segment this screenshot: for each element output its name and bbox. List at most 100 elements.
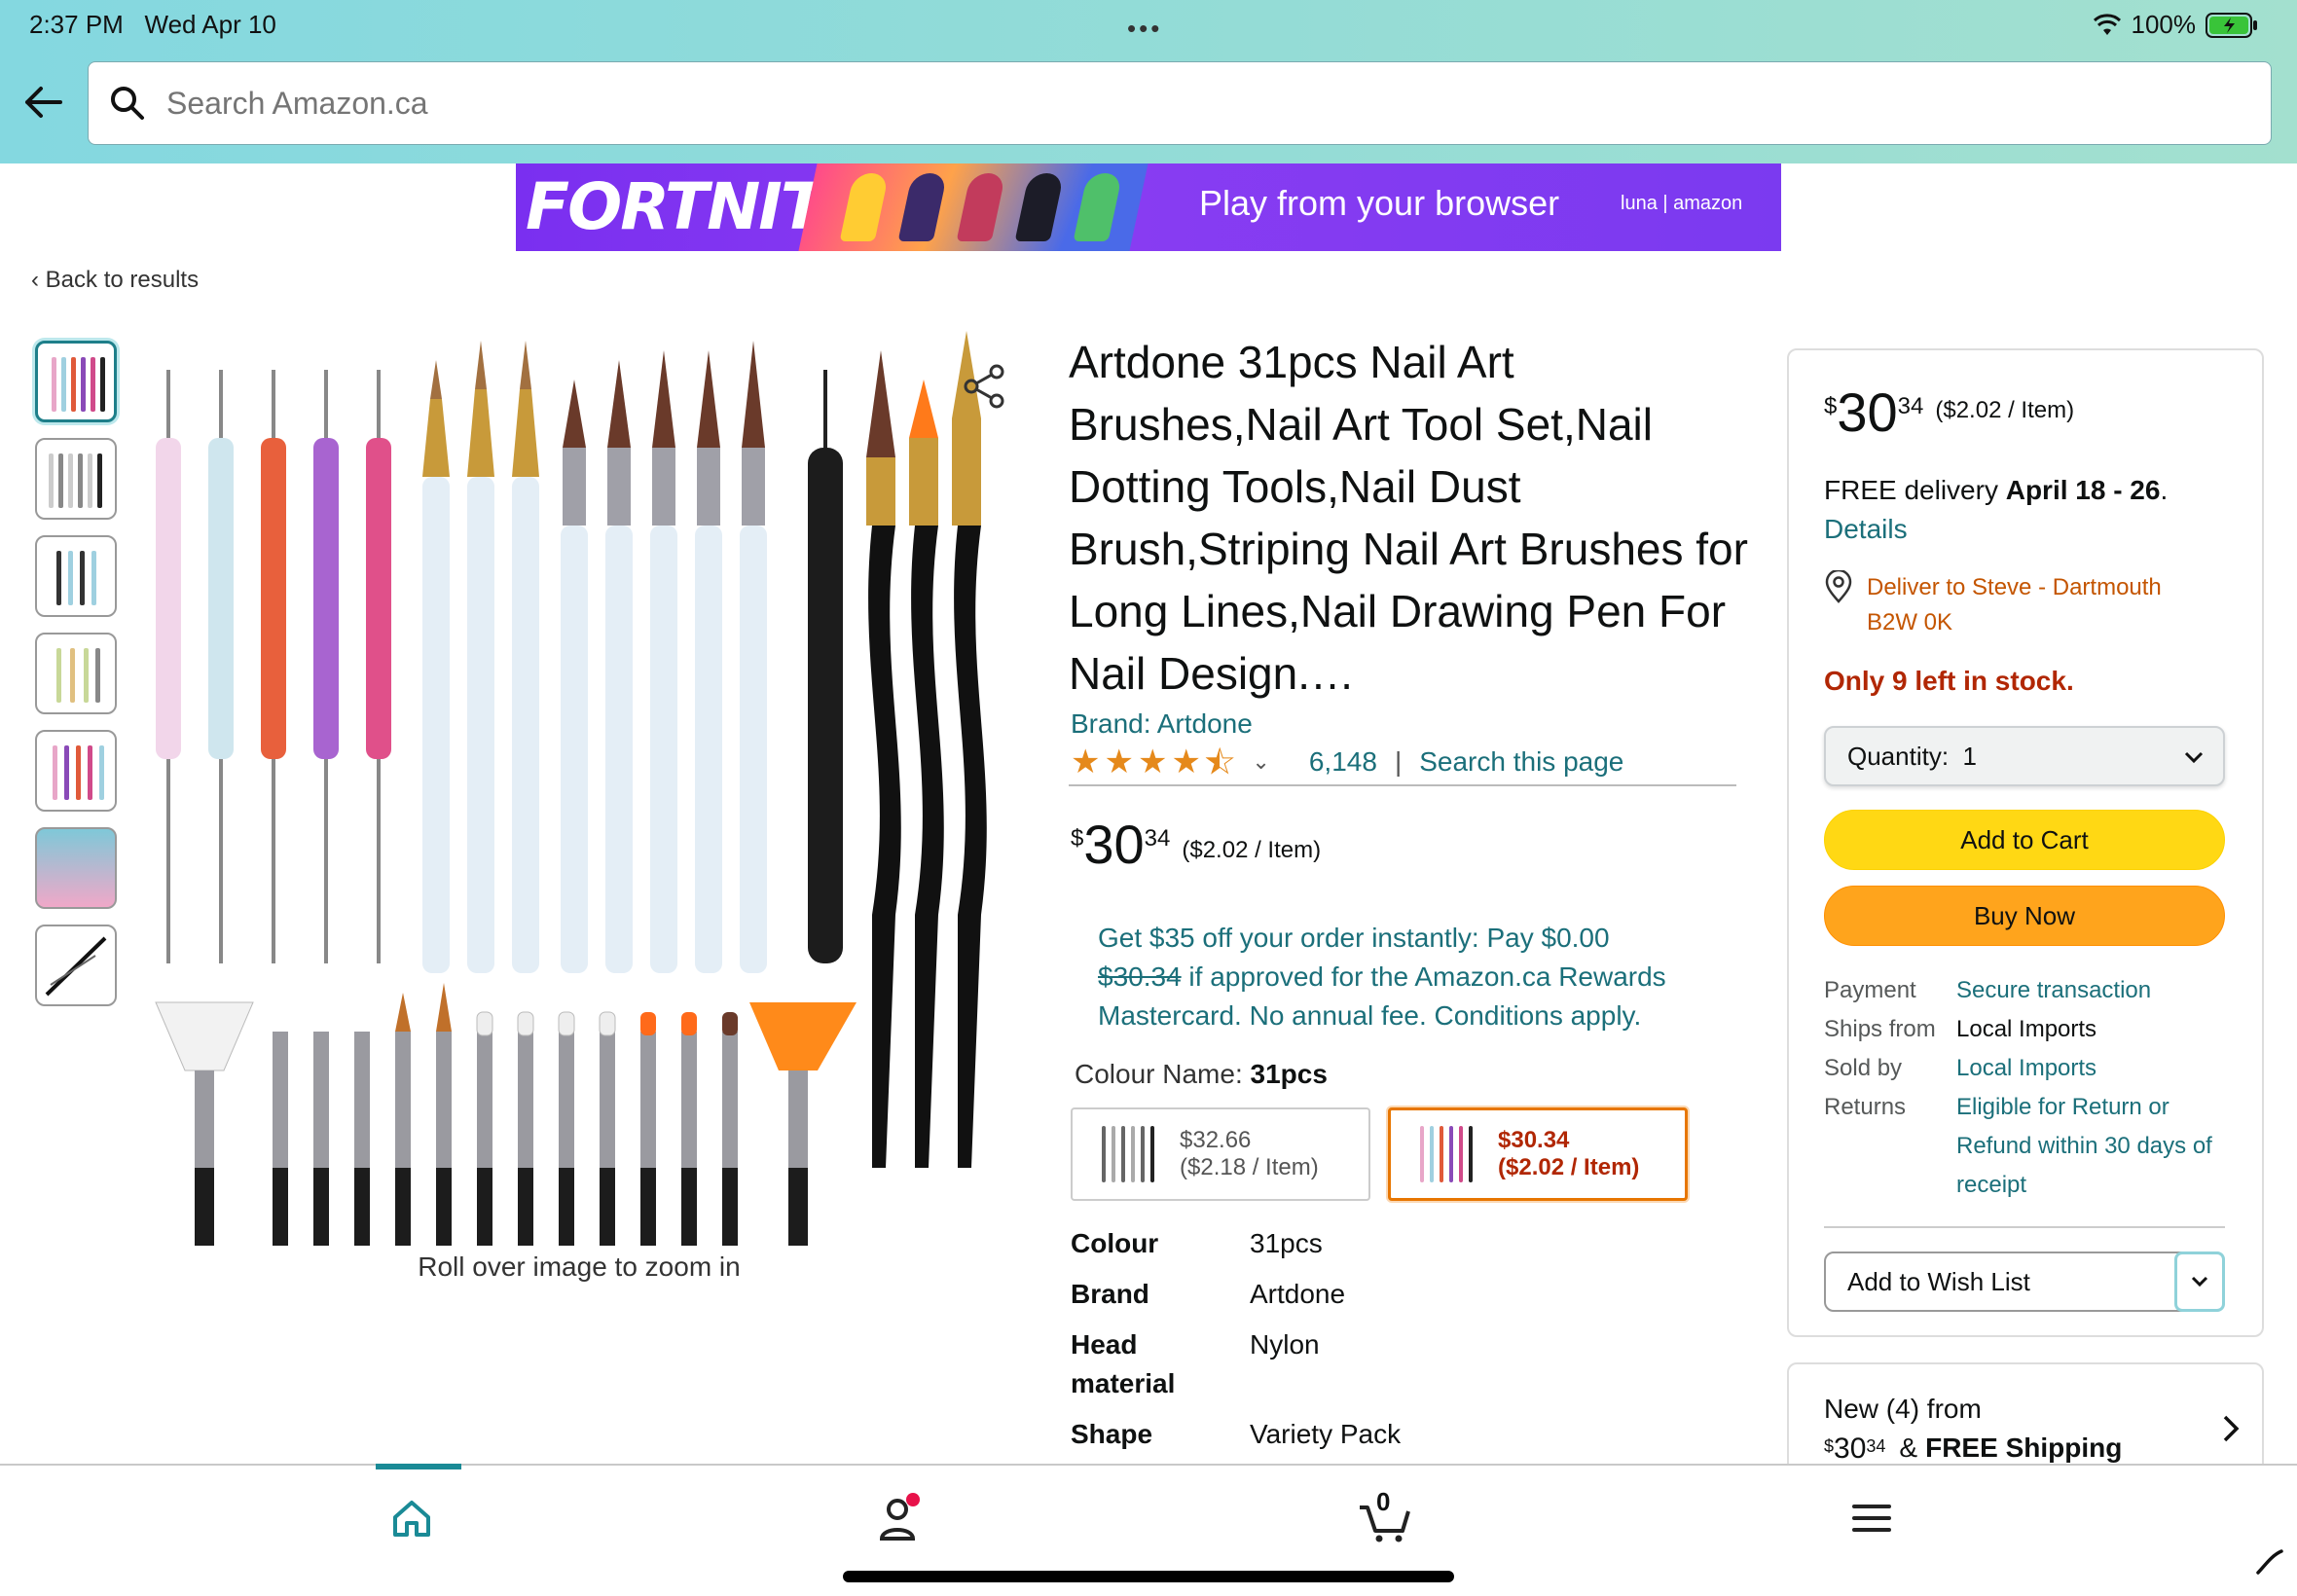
brush-thumbnail-icon bbox=[45, 936, 107, 997]
liner-brushes bbox=[422, 341, 539, 973]
back-arrow-icon[interactable] bbox=[19, 78, 68, 127]
price-symbol: $ bbox=[1824, 393, 1838, 419]
add-to-wish-list-button[interactable]: Add to Wish List bbox=[1824, 1251, 2225, 1312]
swatch-image bbox=[1094, 1120, 1162, 1188]
swatch-price: $30.34 bbox=[1498, 1127, 1570, 1153]
dotting-tools bbox=[156, 370, 391, 963]
buy-now-button[interactable]: Buy Now bbox=[1824, 886, 2225, 946]
colour-name-label: Colour Name: 31pcs bbox=[1075, 1059, 1328, 1090]
rating-chevron-down-icon[interactable]: ⌄ bbox=[1252, 749, 1269, 775]
promo-line: Get $35 off your order instantly: Pay $0… bbox=[1098, 923, 1610, 953]
chevron-down-icon bbox=[2184, 751, 2204, 764]
info-value-link[interactable]: Secure transaction bbox=[1956, 971, 2239, 1010]
back-to-results-link[interactable]: ‹ Back to results bbox=[31, 267, 199, 294]
delivery-info: FREE delivery April 18 - 26. Details bbox=[1824, 471, 2233, 549]
price-per-unit: ($2.02 / Item) bbox=[1935, 397, 2075, 423]
black-brushes bbox=[808, 331, 987, 1168]
product-title: Artdone 31pcs Nail Art Brushes,Nail Art … bbox=[1069, 337, 1748, 699]
quantity-select[interactable]: Quantity: 1 bbox=[1824, 726, 2225, 786]
deliver-to-location[interactable]: Deliver to Steve - Dartmouth B2W 0K bbox=[1824, 570, 2198, 640]
multitask-dots-icon[interactable]: ••• bbox=[1127, 14, 1162, 44]
spec-value: Variety Pack bbox=[1250, 1419, 1402, 1449]
promo-strike-price: $30.34 bbox=[1098, 961, 1182, 992]
chevron-right-icon[interactable] bbox=[2215, 1411, 2244, 1446]
nav-active-indicator bbox=[376, 1464, 461, 1469]
search-this-page-link[interactable]: Search this page bbox=[1419, 746, 1623, 778]
home-indicator[interactable] bbox=[843, 1571, 1454, 1582]
thumbnail-3[interactable] bbox=[35, 535, 117, 617]
account-icon-svg bbox=[879, 1493, 920, 1541]
deliver-to-text[interactable]: Deliver to Steve - Dartmouth B2W 0K bbox=[1867, 570, 2198, 640]
clock: 2:37 PM bbox=[29, 10, 124, 39]
buybox-price: $ 30 34 ($2.02 / Item) bbox=[1824, 383, 2074, 442]
thumbnail-4[interactable] bbox=[35, 633, 117, 714]
pencil-gesture-icon bbox=[2256, 1549, 2283, 1575]
price-symbol: $ bbox=[1071, 825, 1084, 852]
thumbnail-7[interactable] bbox=[35, 925, 117, 1006]
info-value-link[interactable]: Eligible for Return or Refund within 30 … bbox=[1956, 1088, 2239, 1205]
quantity-label: Quantity: bbox=[1847, 741, 1950, 771]
product-main-image[interactable] bbox=[146, 331, 1022, 1246]
battery-percent: 100% bbox=[2131, 10, 2197, 39]
rating-separator: | bbox=[1394, 746, 1403, 777]
status-time: 2:37 PM Wed Apr 10 bbox=[29, 10, 276, 40]
detail-brushes bbox=[155, 983, 857, 1246]
menu-icon[interactable] bbox=[1838, 1489, 1906, 1547]
colour-option-1[interactable]: $32.66 ($2.18 / Item) bbox=[1071, 1107, 1370, 1201]
delivery-suffix: . bbox=[2160, 475, 2169, 505]
home-icon[interactable] bbox=[378, 1489, 446, 1547]
brand-link[interactable]: Brand: Artdone bbox=[1071, 708, 1253, 740]
info-key: Payment bbox=[1824, 977, 1916, 1003]
colour-option-2[interactable]: $30.34 ($2.02 / Item) bbox=[1388, 1107, 1688, 1201]
new-offers-price: $ 30 34 & FREE Shipping bbox=[1824, 1433, 2122, 1466]
thumbnail-2[interactable] bbox=[35, 438, 117, 520]
spec-key: Colour bbox=[1071, 1228, 1159, 1258]
swatch-text: $32.66 ($2.18 / Item) bbox=[1180, 1127, 1319, 1181]
battery-icon bbox=[2206, 12, 2257, 38]
zoom-hint: Roll over image to zoom in bbox=[418, 1251, 741, 1282]
price-fraction: 34 bbox=[1897, 393, 1924, 419]
info-key: Returns bbox=[1824, 1094, 1907, 1120]
info-value-link[interactable]: Local Imports bbox=[1956, 1049, 2239, 1088]
amazon-product-page: 2:37 PM Wed Apr 10 ••• 100% Search Amazo… bbox=[0, 0, 2297, 1596]
status-right: 100% bbox=[2093, 10, 2259, 40]
stock-status: Only 9 left in stock. bbox=[1824, 666, 2074, 696]
chevron-down-icon bbox=[2191, 1276, 2208, 1288]
star-full-icon[interactable]: ★ bbox=[1138, 745, 1167, 779]
credit-card-promo[interactable]: Get $35 off your order instantly: Pay $0… bbox=[1098, 919, 1731, 1035]
search-bar[interactable] bbox=[88, 61, 2272, 145]
delivery-details-link[interactable]: Details bbox=[1824, 514, 1908, 544]
account-icon[interactable] bbox=[864, 1489, 932, 1547]
chevron-left-icon: ‹ bbox=[31, 267, 39, 293]
star-full-icon[interactable]: ★ bbox=[1071, 745, 1100, 779]
share-icon[interactable] bbox=[960, 362, 1008, 411]
divider bbox=[1824, 1226, 2225, 1228]
search-icon[interactable] bbox=[108, 84, 147, 123]
free-shipping: FREE Shipping bbox=[1925, 1433, 2123, 1463]
star-half-icon[interactable]: ★ bbox=[1204, 745, 1235, 780]
thumbnail-5[interactable] bbox=[35, 730, 117, 812]
ad-banner[interactable]: FORTNITE Play from your browser luna | a… bbox=[516, 163, 1781, 251]
top-bar: 2:37 PM Wed Apr 10 ••• 100% bbox=[0, 0, 2297, 163]
date: Wed Apr 10 bbox=[144, 10, 276, 39]
thumbnail-6[interactable] bbox=[35, 827, 117, 909]
swatch-price: $32.66 bbox=[1180, 1127, 1252, 1153]
info-key: Sold by bbox=[1824, 1055, 1903, 1081]
menu-icon-svg bbox=[1852, 1505, 1891, 1532]
wish-list-dropdown[interactable] bbox=[2174, 1251, 2225, 1312]
price-per-unit: ($2.02 / Item) bbox=[1182, 837, 1322, 863]
rating-count-link[interactable]: 6,148 bbox=[1309, 746, 1377, 778]
search-input[interactable] bbox=[166, 85, 2016, 122]
price-whole: 30 bbox=[1083, 814, 1145, 875]
price-symbol: $ bbox=[1824, 1436, 1835, 1456]
new-offers-label: New (4) from bbox=[1824, 1394, 1982, 1424]
spec-value: Artdone bbox=[1250, 1279, 1346, 1309]
spec-key: Brand bbox=[1071, 1279, 1149, 1309]
back-to-results-label: Back to results bbox=[45, 267, 200, 293]
banner-artwork bbox=[798, 163, 1148, 251]
spec-key: Shape bbox=[1071, 1419, 1153, 1449]
thumbnail-1[interactable] bbox=[35, 341, 117, 422]
star-full-icon[interactable]: ★ bbox=[1171, 745, 1200, 779]
star-full-icon[interactable]: ★ bbox=[1104, 745, 1133, 779]
add-to-cart-button[interactable]: Add to Cart bbox=[1824, 810, 2225, 870]
